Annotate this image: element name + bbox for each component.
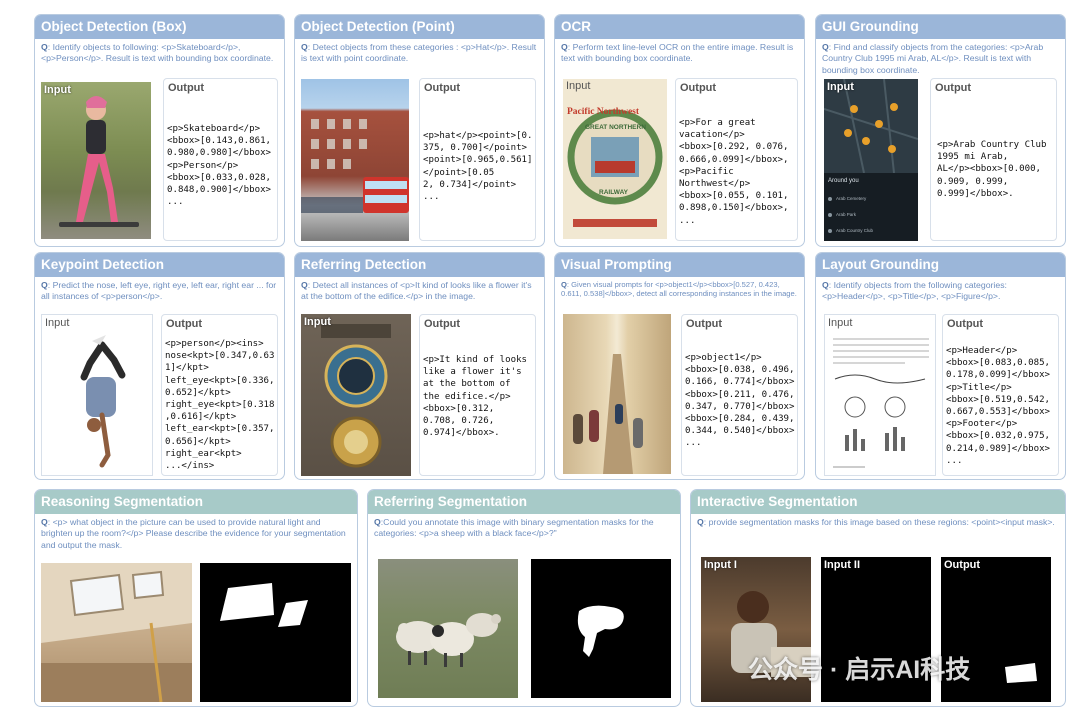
output-label: Output (947, 318, 984, 330)
panel-title: OCR (555, 15, 804, 39)
panel-object-detection-point: Object Detection (Point) Q: Detect objec… (294, 14, 545, 247)
output-text: <p>hat</p><point>[0. 375, 0.700]</point>… (423, 131, 533, 203)
input-label: Input (45, 317, 70, 329)
input-label: Input (827, 81, 854, 93)
question-text: Q: Identify objects to following: <p>Ska… (41, 42, 274, 64)
input-image-astronomical-clock: Input (301, 314, 411, 476)
output-label: Output (424, 318, 461, 330)
output-text: <p>Header</p> <bbox>[0.083,0.085, 0.178,… (946, 346, 1051, 466)
panel-referring-segmentation: Referring Segmentation Q:Could you annot… (367, 489, 681, 707)
output-box: Output <p>Arab Country Club 1995 mi Arab… (930, 78, 1057, 241)
question-text: Q: <p> what object in the picture can be… (41, 517, 346, 550)
phone-list-item: Arab Park (836, 212, 857, 217)
input-image-skateboarder: Input (41, 82, 151, 239)
panel-title: Interactive Segmentation (691, 490, 1065, 514)
input-image-document-page: Input (824, 314, 936, 476)
poster-title-text: Pacific Northwest (567, 107, 640, 117)
output-text: <p>object1</p> <bbox>[0.038, 0.496, 0.16… (685, 353, 795, 449)
panel-title: GUI Grounding (816, 15, 1065, 39)
phone-list-item: Arab Cemetery (836, 196, 867, 201)
input-image-street-bus (301, 79, 409, 241)
phone-list-item: Arab Country Club (836, 228, 874, 233)
output-box: Output <p>object1</p> <bbox>[0.038, 0.49… (681, 314, 798, 476)
input-image-attic-room (41, 563, 192, 702)
output-label: Output (944, 559, 981, 571)
output-label: Output (168, 82, 205, 94)
input-label: Input (566, 80, 591, 92)
panel-title: Referring Segmentation (368, 490, 680, 514)
panel-title: Object Detection (Point) (295, 15, 544, 39)
output-label: Output (935, 82, 972, 94)
output-label: Output (166, 318, 203, 330)
panel-title: Visual Prompting (555, 253, 804, 277)
panel-layout-grounding: Layout Grounding Q: Identify objects fro… (815, 252, 1066, 480)
panel-visual-prompting: Visual Prompting Q: Given visual prompts… (554, 252, 805, 480)
panel-title: Reasoning Segmentation (35, 490, 357, 514)
output-text: <p>person</p><ins> nose<kpt>[0.347,0.63 … (165, 339, 275, 472)
panel-reasoning-segmentation: Reasoning Segmentation Q: <p> what objec… (34, 489, 358, 707)
poster-arc-top-text: GREAT NORTHERN (585, 124, 646, 131)
output-box: Output <p>Header</p> <bbox>[0.083,0.085,… (942, 314, 1059, 476)
question-text: Q: Detect objects from these categories … (301, 42, 537, 64)
output-text: <p>Skateboard</p> <bbox>[0.143,0.861, 0.… (167, 124, 272, 208)
output-text: <p>It kind of looks like a flower it's a… (423, 355, 528, 439)
output-label: Output (680, 82, 717, 94)
question-text: Q: Detect all instances of <p>It kind of… (301, 280, 532, 302)
panel-object-detection-box: Object Detection (Box) Q: Identify objec… (34, 14, 285, 247)
input-image-sheep (378, 559, 518, 698)
panel-title: Layout Grounding (816, 253, 1065, 277)
panel-gui-grounding: GUI Grounding Q: Find and classify objec… (815, 14, 1066, 247)
input-image-railway-poster: Input Pacific Northwest GREAT NORTHERN R… (563, 79, 667, 239)
output-box: Output <p>It kind of looks like a flower… (419, 314, 536, 476)
output-box: Output <p>For a great vacation</p> <bbox… (675, 78, 798, 241)
output-box: Output <p>Skateboard</p> <bbox>[0.143,0.… (163, 78, 278, 241)
panel-title: Object Detection (Box) (35, 15, 284, 39)
question-text: Q: Perform text line-level OCR on the en… (561, 42, 794, 64)
panel-title: Referring Detection (295, 253, 544, 277)
poster-arc-bottom-text: RAILWAY (599, 189, 629, 196)
output-box: Output <p>person</p><ins> nose<kpt>[0.34… (161, 314, 278, 476)
input-image-narrow-street (563, 314, 671, 474)
panel-keypoint-detection: Keypoint Detection Q: Predict the nose, … (34, 252, 285, 480)
input-image-breakdancer: Input (41, 314, 153, 476)
watermark-text: 公众号 · 启示AI科技 (748, 656, 971, 684)
input-1-label: Input I (704, 559, 737, 571)
output-text: <p>For a great vacation</p> <bbox>[0.292… (679, 118, 789, 226)
input-label: Input (304, 316, 331, 328)
question-text: Q:Could you annotate this image with bin… (374, 517, 654, 539)
mask-output-sheep (531, 559, 671, 698)
output-label: Output (424, 82, 461, 94)
panel-title: Keypoint Detection (35, 253, 284, 277)
input-2-label: Input II (824, 559, 861, 571)
question-text: Q: Given visual prompts for <p>object1</… (561, 280, 797, 299)
input-label: Input (44, 84, 71, 96)
output-text: <p>Arab Country Club 1995 mi Arab, AL</p… (937, 140, 1047, 199)
input-image-phone-map: Input Around you Arab Cemetery Arab Park… (824, 79, 918, 241)
panel-ocr: OCR Q: Perform text line-level OCR on th… (554, 14, 805, 247)
output-label: Output (686, 318, 723, 330)
input-label: Input (828, 317, 853, 329)
panel-referring-detection: Referring Detection Q: Detect all instan… (294, 252, 545, 480)
output-box: Output <p>hat</p><point>[0. 375, 0.700]<… (419, 78, 536, 241)
question-text: Q: provide segmentation masks for this i… (697, 517, 1055, 527)
mask-output-windows (200, 563, 351, 702)
question-text: Q: Predict the nose, left eye, right eye… (41, 280, 277, 302)
question-text: Q: Identify objects from the following c… (822, 280, 1007, 302)
question-text: Q: Find and classify objects from the ca… (822, 42, 1044, 75)
phone-around-you-heading: Around you (828, 178, 859, 184)
